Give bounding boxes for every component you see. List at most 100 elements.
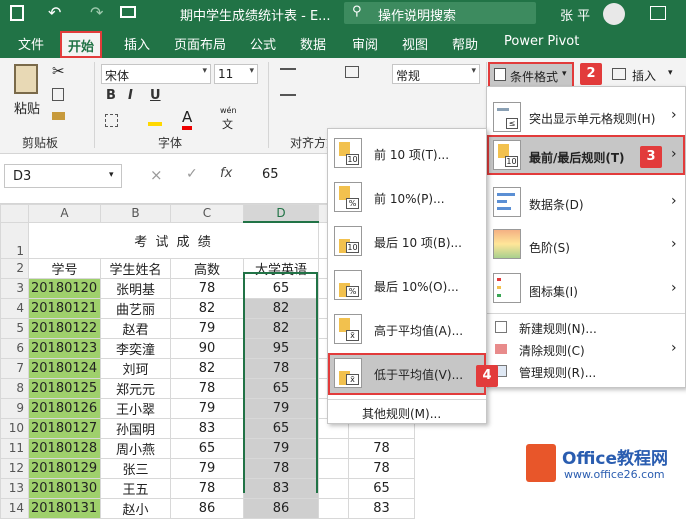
cell-student-name[interactable]: 王小翠 [100,397,171,419]
header-cell-name[interactable]: 学生姓名 [100,257,171,279]
cell-student-id[interactable]: 20180125 [28,377,101,399]
header-cell-id[interactable]: 学号 [28,257,101,279]
save-icon[interactable] [10,5,24,21]
cell-math-score[interactable]: 86 [170,497,244,519]
cell-student-name[interactable]: 张三 [100,457,171,479]
row-header[interactable]: 8 [0,377,29,399]
cell-student-id[interactable]: 20180127 [28,417,101,439]
cell-student-name[interactable]: 赵小 [100,497,171,519]
cell[interactable] [318,477,349,499]
cell-student-id[interactable]: 20180129 [28,457,101,479]
cell[interactable] [318,457,349,479]
menu-bottom-10-items[interactable]: 10 最后 10 项(B)... [328,221,486,263]
tab-insert[interactable]: 插入 [124,34,150,53]
menu-new-rule[interactable]: 新建规则(N)... [487,317,685,339]
cell-student-name[interactable]: 王五 [100,477,171,499]
cell-math-score[interactable]: 79 [170,397,244,419]
cell-student-id[interactable]: 20180123 [28,337,101,359]
cell-student-id[interactable]: 20180122 [28,317,101,339]
cell-math-score[interactable]: 65 [170,437,244,459]
menu-manage-rules[interactable]: 管理规则(R)... [487,361,685,383]
row-header[interactable]: 13 [0,477,29,499]
col-header-a[interactable]: A [28,204,101,223]
cell-student-name[interactable]: 张明基 [100,277,171,299]
row-header[interactable]: 3 [0,277,29,299]
undo-icon[interactable]: ↶ [48,3,61,22]
col-header-d[interactable]: D [243,204,319,224]
cell[interactable] [318,497,349,519]
border-icon[interactable] [105,114,118,127]
formula-value[interactable]: 65 [262,167,279,182]
cell-f[interactable]: 65 [348,477,415,499]
cell[interactable] [318,437,349,459]
phonetic-label[interactable]: wén [220,106,237,115]
redo-icon[interactable]: ↷ [90,3,103,22]
col-header-b[interactable]: B [100,204,171,223]
insert-function-icon[interactable]: fx [220,166,232,181]
row-header[interactable]: 9 [0,397,29,419]
col-header-c[interactable]: C [170,204,244,223]
cell-student-name[interactable]: 郑元元 [100,377,171,399]
number-format-select[interactable]: 常规 ▾ [392,64,480,84]
cell-math-score[interactable]: 78 [170,377,244,399]
row-header[interactable]: 11 [0,437,29,459]
format-painter-icon[interactable] [52,112,65,120]
chevron-down-icon[interactable]: ▾ [668,68,673,78]
cell-student-name[interactable]: 李奕潼 [100,337,171,359]
font-size-select[interactable]: 11 ▾ [214,64,258,84]
row-header[interactable]: 14 [0,497,29,519]
cell-student-name[interactable]: 曲艺丽 [100,297,171,319]
tab-file[interactable]: 文件 [18,34,44,53]
sheet-title-cell[interactable]: 考 试 成 绩 [28,221,319,259]
row-header[interactable]: 4 [0,297,29,319]
insert-cells-label[interactable]: 插入 [632,67,656,84]
cell-math-score[interactable]: 83 [170,417,244,439]
cell-student-id[interactable]: 20180124 [28,357,101,379]
corner-cell[interactable] [0,204,29,223]
cell-math-score[interactable]: 79 [170,457,244,479]
ribbon-display-icon[interactable] [650,6,666,20]
row-header[interactable]: 1 [0,221,29,259]
menu-below-average[interactable]: x̄ 低于平均值(V)... [328,353,486,395]
header-cell-math[interactable]: 高数 [170,257,244,279]
bold-button[interactable]: B [106,88,116,103]
tab-power-pivot[interactable]: Power Pivot [504,34,579,49]
menu-highlight-cells-rules[interactable]: ≤ 突出显示单元格规则(H) › [487,93,685,141]
tab-home[interactable]: 开始 [60,31,103,58]
cell-math-score[interactable]: 78 [170,277,244,299]
menu-bottom-10-percent[interactable]: % 最后 10%(O)... [328,265,486,307]
cell-f[interactable]: 78 [348,437,415,459]
paste-icon[interactable] [14,64,38,94]
cell-student-id[interactable]: 20180126 [28,397,101,419]
tab-review[interactable]: 审阅 [352,34,378,53]
cell-math-score[interactable]: 82 [170,297,244,319]
merge-icon[interactable] [345,66,359,78]
align-middle-icon[interactable] [280,94,296,96]
menu-icon-sets[interactable]: 图标集(I) › [487,267,685,309]
menu-color-scales[interactable]: 色阶(S) › [487,223,685,267]
tab-page-layout[interactable]: 页面布局 [174,34,226,53]
row-header[interactable]: 12 [0,457,29,479]
tab-view[interactable]: 视图 [402,34,428,53]
cell-student-name[interactable]: 赵君 [100,317,171,339]
menu-top-10-percent[interactable]: % 前 10%(P)... [328,177,486,219]
align-top-icon[interactable] [280,68,296,78]
font-name-select[interactable]: 宋体 ▾ [101,64,211,84]
menu-above-average[interactable]: x̄ 高于平均值(A)... [328,309,486,351]
cell-f[interactable]: 78 [348,457,415,479]
enter-icon[interactable]: ✓ [186,166,198,182]
cancel-icon[interactable]: × [150,166,163,184]
row-header[interactable]: 5 [0,317,29,339]
cell-math-score[interactable]: 78 [170,477,244,499]
font-color-button[interactable]: A [182,108,193,130]
cell-student-id[interactable]: 20180120 [28,277,101,299]
cell-student-name[interactable]: 周小燕 [100,437,171,459]
insert-cells-icon[interactable] [612,68,626,80]
cell-student-name[interactable]: 刘珂 [100,357,171,379]
row-header[interactable]: 6 [0,337,29,359]
menu-clear-rules[interactable]: 清除规则(C) › [487,339,685,361]
row-header[interactable]: 10 [0,417,29,439]
cell-f[interactable]: 83 [348,497,415,519]
tab-formulas[interactable]: 公式 [250,34,276,53]
folder-icon[interactable] [120,6,136,18]
